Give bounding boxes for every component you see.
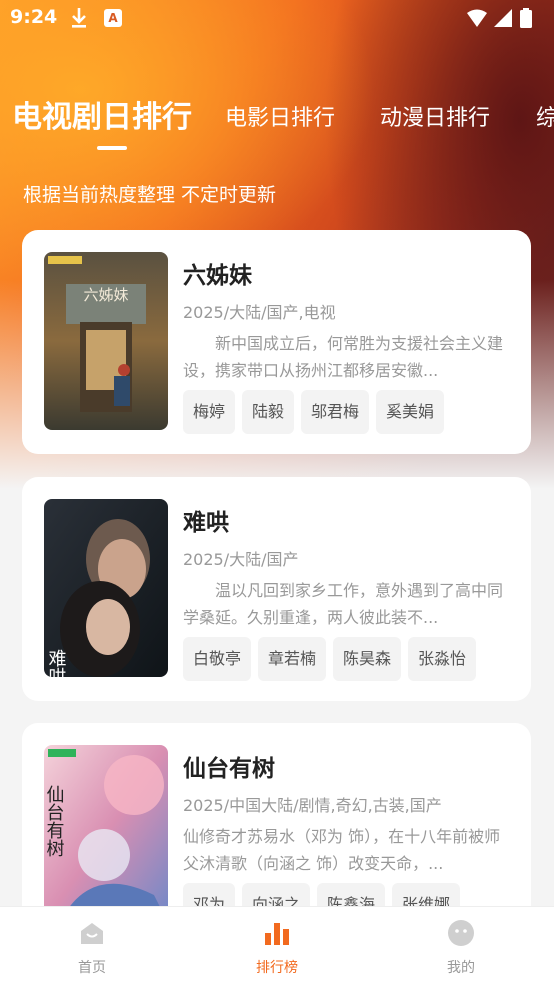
ranking-card[interactable]: 六姊妹 六姊妹 2025/大陆/国产,电视 新中国成立后，何常胜为支援社会主义建… bbox=[22, 230, 531, 454]
item-title: 仙台有树 bbox=[183, 756, 275, 782]
chart-icon bbox=[265, 923, 289, 945]
cast-tag[interactable]: 张淼怡 bbox=[408, 637, 477, 681]
nav-home[interactable]: 首页 bbox=[32, 907, 152, 985]
item-title: 六姊妹 bbox=[183, 263, 252, 289]
tab-variety-daily[interactable]: 综 bbox=[536, 100, 554, 132]
cast-tag[interactable]: 陈昊森 bbox=[333, 637, 402, 681]
poster-image: 六姊妹 bbox=[44, 252, 168, 430]
item-meta: 2025/中国大陆/剧情,奇幻,古装,国产 bbox=[183, 796, 442, 815]
status-time: 9:24 bbox=[10, 6, 58, 28]
item-title: 难哄 bbox=[183, 510, 229, 536]
svg-text:仙台有树: 仙台有树 bbox=[44, 785, 65, 857]
bottom-navigation: 首页 排行榜 我的 bbox=[0, 906, 554, 985]
nav-profile[interactable]: 我的 bbox=[401, 907, 521, 985]
item-meta: 2025/大陆/国产 bbox=[183, 550, 299, 569]
tab-anime-daily[interactable]: 动漫日排行 bbox=[380, 100, 490, 132]
system-status-icons bbox=[467, 8, 532, 28]
nav-profile-label: 我的 bbox=[447, 960, 475, 976]
ranking-subtitle: 根据当前热度整理 不定时更新 bbox=[23, 184, 277, 206]
poster-image: 难哄 bbox=[44, 499, 168, 677]
tab-indicator bbox=[97, 146, 127, 150]
cast-tag[interactable]: 陆毅 bbox=[242, 390, 295, 434]
nav-ranking[interactable]: 排行榜 bbox=[217, 907, 337, 985]
profile-icon bbox=[448, 920, 474, 946]
item-description: 仙修奇才苏易水（邓为 饰），在十八年前被师父沐清歌（向涵之 饰）改变天命，... bbox=[183, 827, 501, 873]
item-description: 新中国成立后，何常胜为支援社会主义建设，携家带口从扬州江都移居安徽... bbox=[183, 334, 504, 380]
cast-tag[interactable]: 梅婷 bbox=[183, 390, 236, 434]
download-icon bbox=[72, 8, 86, 28]
item-description: 温以凡回到家乡工作，意外遇到了高中同学桑延。久别重逢，两人彼此装不... bbox=[183, 581, 504, 627]
item-meta: 2025/大陆/国产,电视 bbox=[183, 303, 336, 322]
cast-tag[interactable]: 白敬亭 bbox=[183, 637, 252, 681]
status-bar: 9:24 A bbox=[0, 0, 554, 38]
category-tabs: 电视剧日排行 电影日排行 动漫日排行 综 bbox=[0, 88, 554, 148]
cast-tag[interactable]: 邬君梅 bbox=[301, 390, 370, 434]
svg-text:六姊妹: 六姊妹 bbox=[83, 286, 128, 304]
cast-tag[interactable]: 奚美娟 bbox=[376, 390, 445, 434]
cast-tag[interactable]: 章若楠 bbox=[258, 637, 327, 681]
cast-tags: 白敬亭 章若楠 陈昊森 张淼怡 bbox=[183, 637, 483, 681]
tab-tv-daily[interactable]: 电视剧日排行 bbox=[12, 92, 192, 136]
home-icon bbox=[81, 923, 103, 944]
nav-ranking-label: 排行榜 bbox=[256, 960, 298, 976]
ranking-card[interactable]: 难哄 难哄 2025/大陆/国产 温以凡回到家乡工作，意外遇到了高中同学桑延。久… bbox=[22, 477, 531, 701]
tab-movie-daily[interactable]: 电影日排行 bbox=[225, 100, 335, 132]
poster-image: 仙台有树 bbox=[44, 745, 168, 923]
app-notification-icon: A bbox=[104, 9, 122, 27]
svg-text:难哄: 难哄 bbox=[46, 649, 67, 677]
cast-tags: 梅婷 陆毅 邬君梅 奚美娟 bbox=[183, 390, 451, 434]
nav-home-label: 首页 bbox=[78, 960, 106, 976]
